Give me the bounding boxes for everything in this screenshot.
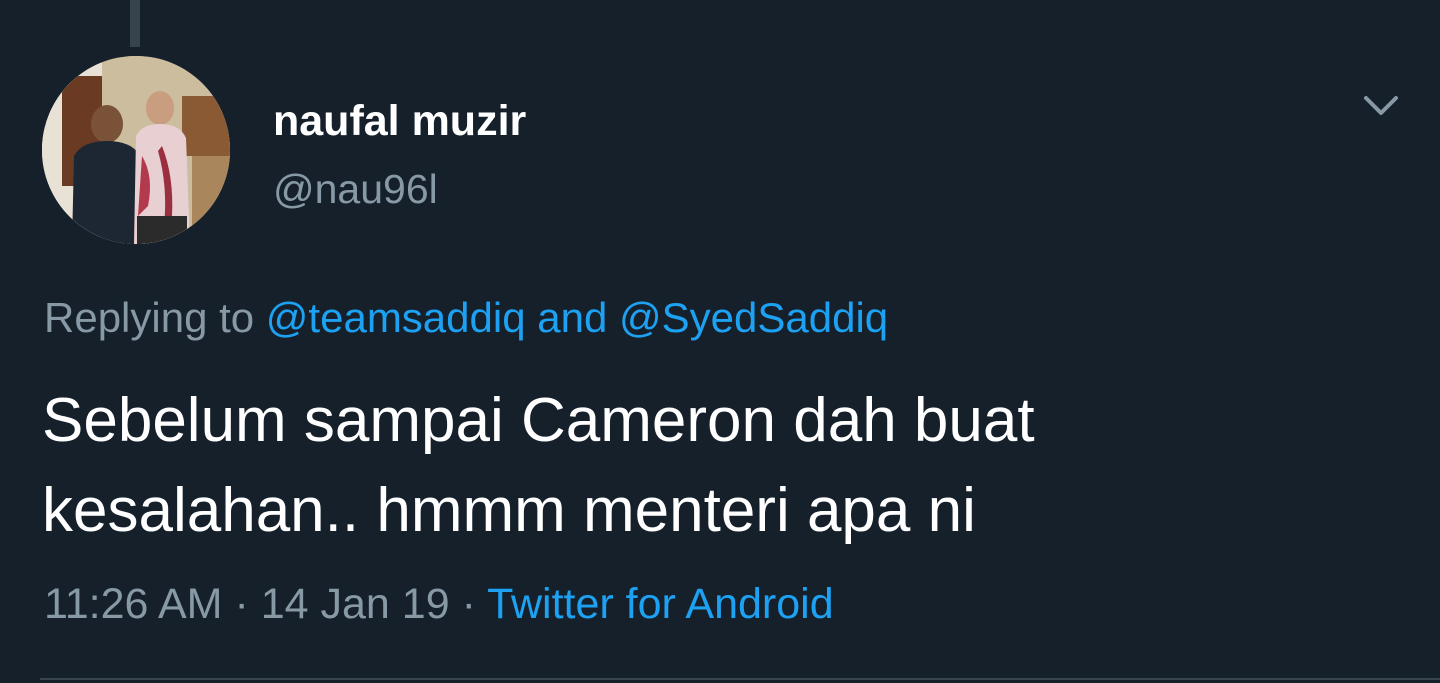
replying-to-line: Replying to @teamsaddiq and @SyedSaddiq [44,292,888,344]
tweet-body-text: Sebelum sampai Cameron dah buat kesalaha… [42,386,1035,545]
avatar-photo [42,56,230,244]
replying-to-label: Replying to [44,294,255,341]
divider [40,678,1440,680]
meta-separator: · [234,580,249,628]
chevron-down-icon [1364,96,1398,115]
tweet-time[interactable]: 11:26 AM [44,580,223,628]
avatar[interactable] [42,56,230,244]
reply-mention-syedsaddiq[interactable]: @SyedSaddiq [619,294,888,341]
tweet-date[interactable]: 14 Jan 19 [261,580,450,628]
reply-mention-teamsaddiq[interactable]: @teamsaddiq [266,294,526,341]
thread-connector-line [130,0,140,47]
meta-separator: · [461,580,476,628]
reply-mention-conjunction[interactable]: and [537,294,607,341]
author-display-name[interactable]: naufal muzir [273,96,526,146]
tweet-source-link[interactable]: Twitter for Android [487,580,834,628]
author-handle[interactable]: @nau96l [273,164,438,214]
tweet-meta: 11:26 AM · 14 Jan 19 · Twitter for Andro… [44,578,834,630]
tweet-menu-button[interactable] [1356,86,1406,126]
